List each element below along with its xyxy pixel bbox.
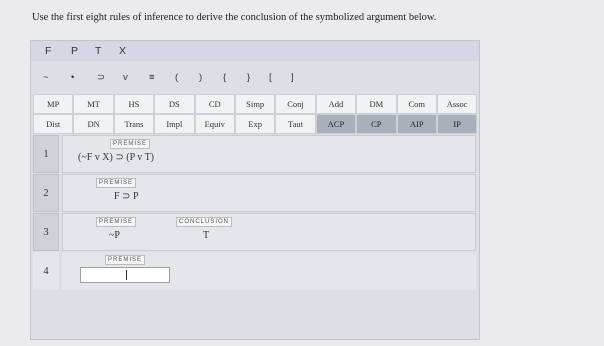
instructions: Use the first eight rules of inference t… — [32, 12, 437, 23]
conclusion-tag: CONCLUSION — [176, 217, 233, 227]
proof-line-4: 4 PREMISE — [33, 252, 477, 290]
premise-formula: ~P — [109, 230, 120, 241]
rule-button-dm[interactable]: DM — [356, 94, 397, 114]
rule-button-impl[interactable]: Impl — [154, 114, 195, 134]
rule-button-aip[interactable]: AIP — [396, 114, 437, 134]
line-content[interactable]: PREMISE (~F v X) ⊃ (P v T) — [62, 135, 476, 173]
symbol-button-wedge[interactable]: v — [123, 72, 128, 83]
premise-tag: PREMISE — [105, 255, 146, 265]
rule-button-ip[interactable]: IP — [436, 114, 478, 134]
premise-formula: (~F v X) ⊃ (P v T) — [78, 152, 155, 163]
rule-button-cp[interactable]: CP — [356, 114, 397, 134]
rule-button-trans[interactable]: Trans — [113, 114, 155, 134]
premise-tag: PREMISE — [96, 217, 137, 227]
premise-formula: F ⊃ P — [114, 191, 139, 202]
variable-button-f[interactable]: F — [45, 45, 51, 57]
line-number: 3 — [33, 213, 59, 251]
formula-input[interactable] — [80, 267, 170, 283]
symbol-button-dot[interactable]: • — [71, 72, 74, 83]
symbol-toolbar: ~ • ⊃ v ≡ ( ) { } [ ] — [33, 68, 477, 90]
rule-button-assoc[interactable]: Assoc — [436, 94, 478, 114]
symbol-button-triple-bar[interactable]: ≡ — [149, 72, 155, 83]
symbol-button-left-paren[interactable]: ( — [175, 72, 178, 83]
symbol-button-left-brace[interactable]: { — [223, 72, 226, 83]
premise-tag: PREMISE — [110, 139, 151, 149]
line-number: 2 — [33, 174, 59, 212]
rule-button-com[interactable]: Com — [396, 94, 437, 114]
rule-button-mt[interactable]: MT — [73, 94, 114, 114]
rule-button-hs[interactable]: HS — [113, 94, 155, 114]
symbol-button-left-bracket[interactable]: [ — [269, 72, 272, 83]
rule-button-dist[interactable]: Dist — [33, 114, 74, 134]
proof-line-3: 3 PREMISE ~P CONCLUSION T — [33, 213, 477, 251]
symbol-button-right-bracket[interactable]: ] — [291, 72, 294, 83]
variable-button-x[interactable]: X — [119, 45, 126, 57]
line-content[interactable]: PREMISE F ⊃ P — [62, 174, 476, 212]
line-content: PREMISE — [62, 252, 476, 290]
variable-button-p[interactable]: P — [71, 45, 78, 57]
rule-button-mp[interactable]: MP — [33, 94, 74, 114]
rule-button-dn[interactable]: DN — [73, 114, 114, 134]
rules-grid: MP MT HS DS CD Simp Conj Add DM Com Asso… — [33, 94, 478, 134]
line-content[interactable]: PREMISE ~P CONCLUSION T — [62, 213, 476, 251]
symbol-button-right-brace[interactable]: } — [247, 72, 250, 83]
symbol-button-tilde[interactable]: ~ — [43, 72, 49, 83]
proof-line-2: 2 PREMISE F ⊃ P — [33, 174, 477, 212]
rule-button-add[interactable]: Add — [315, 94, 357, 114]
rule-button-equiv[interactable]: Equiv — [194, 114, 235, 134]
proof-panel: F P T X ~ • ⊃ v ≡ ( ) { } [ ] MP MT HS D… — [30, 40, 480, 340]
rule-button-ds[interactable]: DS — [154, 94, 195, 114]
rule-button-cd[interactable]: CD — [194, 94, 235, 114]
variable-toolbar: F P T X — [31, 41, 479, 61]
premise-tag: PREMISE — [96, 178, 137, 188]
rule-button-taut[interactable]: Taut — [275, 114, 316, 134]
conclusion-formula: T — [203, 230, 210, 241]
rule-button-acp[interactable]: ACP — [315, 114, 357, 134]
rule-button-conj[interactable]: Conj — [275, 94, 316, 114]
rule-button-exp[interactable]: Exp — [234, 114, 276, 134]
text-caret — [126, 270, 127, 280]
line-number: 4 — [33, 252, 59, 290]
variable-button-t[interactable]: T — [95, 45, 101, 57]
symbol-button-right-paren[interactable]: ) — [199, 72, 202, 83]
symbol-button-horseshoe[interactable]: ⊃ — [97, 72, 105, 83]
rule-button-simp[interactable]: Simp — [234, 94, 276, 114]
proof-line-1: 1 PREMISE (~F v X) ⊃ (P v T) — [33, 135, 477, 173]
line-number: 1 — [33, 135, 59, 173]
